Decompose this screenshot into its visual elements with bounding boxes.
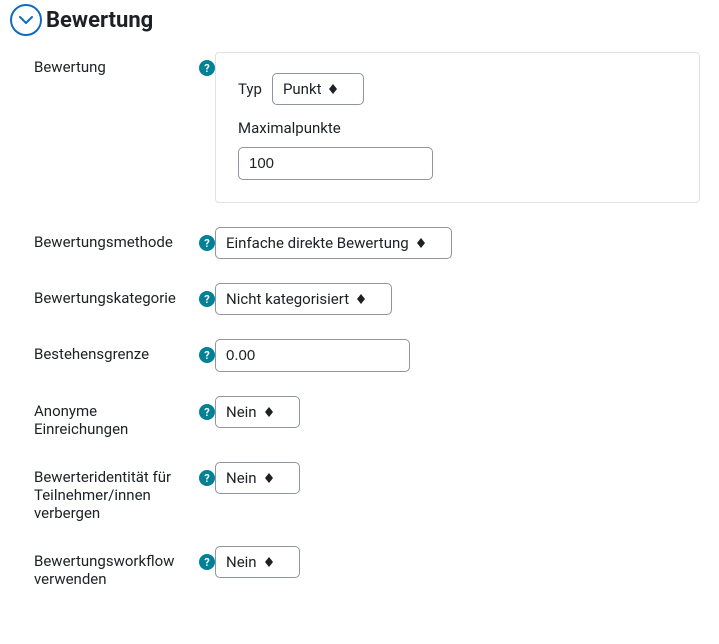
grade-type-select[interactable]: Punkt [272,73,365,105]
help-icon[interactable]: ? [199,347,215,363]
label-method: Bewertungsmethode [34,233,173,251]
row-category: Bewertungskategorie ? Nicht kategorisier… [10,283,709,315]
workflow-value: Nein [226,553,257,571]
help-icon[interactable]: ? [199,291,215,307]
method-select[interactable]: Einfache direkte Bewertung [215,227,452,259]
workflow-select[interactable]: Nein [215,546,300,578]
label-anon: Anonyme Einreichungen [34,402,164,438]
section-title: Bewertung [46,8,153,33]
help-icon[interactable]: ? [199,60,215,76]
updown-caret-icon [265,557,273,567]
help-icon[interactable]: ? [199,470,215,486]
row-grade: Bewertung ? Typ Punkt Maximalpunkte [10,52,709,203]
section-header: Bewertung [10,4,709,36]
hideident-value: Nein [226,469,257,487]
grade-type-label: Typ [238,80,262,98]
grade-type-value: Punkt [283,80,322,98]
label-category: Bewertungskategorie [34,289,176,307]
label-hideident: Bewerteridentität für Teilnehmer/innen v… [34,468,184,522]
updown-caret-icon [265,407,273,417]
help-icon[interactable]: ? [199,235,215,251]
help-icon[interactable]: ? [199,554,215,570]
row-passgrade: Bestehensgrenze ? [10,339,709,372]
label-passgrade: Bestehensgrenze [34,345,149,363]
label-grade: Bewertung [34,58,106,76]
row-anon: Anonyme Einreichungen ? Nein [10,396,709,438]
method-value: Einfache direkte Bewertung [226,234,409,252]
collapse-toggle[interactable] [10,4,42,36]
updown-caret-icon [265,473,273,483]
grade-max-label: Maximalpunkte [238,119,677,137]
row-method: Bewertungsmethode ? Einfache direkte Bew… [10,227,709,259]
label-workflow: Bewertungsworkflow verwenden [34,552,184,588]
category-select[interactable]: Nicht kategorisiert [215,283,392,315]
help-icon[interactable]: ? [199,404,215,420]
category-value: Nicht kategorisiert [226,290,349,308]
grade-fieldset: Typ Punkt Maximalpunkte [215,52,700,203]
hideident-select[interactable]: Nein [215,462,300,494]
passgrade-input[interactable] [215,339,410,372]
anon-select[interactable]: Nein [215,396,300,428]
updown-caret-icon [329,84,337,94]
chevron-down-icon [19,15,33,25]
row-workflow: Bewertungsworkflow verwenden ? Nein [10,546,709,588]
updown-caret-icon [417,238,425,248]
anon-value: Nein [226,403,257,421]
row-hideident: Bewerteridentität für Teilnehmer/innen v… [10,462,709,522]
grade-max-input[interactable] [238,147,433,180]
updown-caret-icon [357,294,365,304]
